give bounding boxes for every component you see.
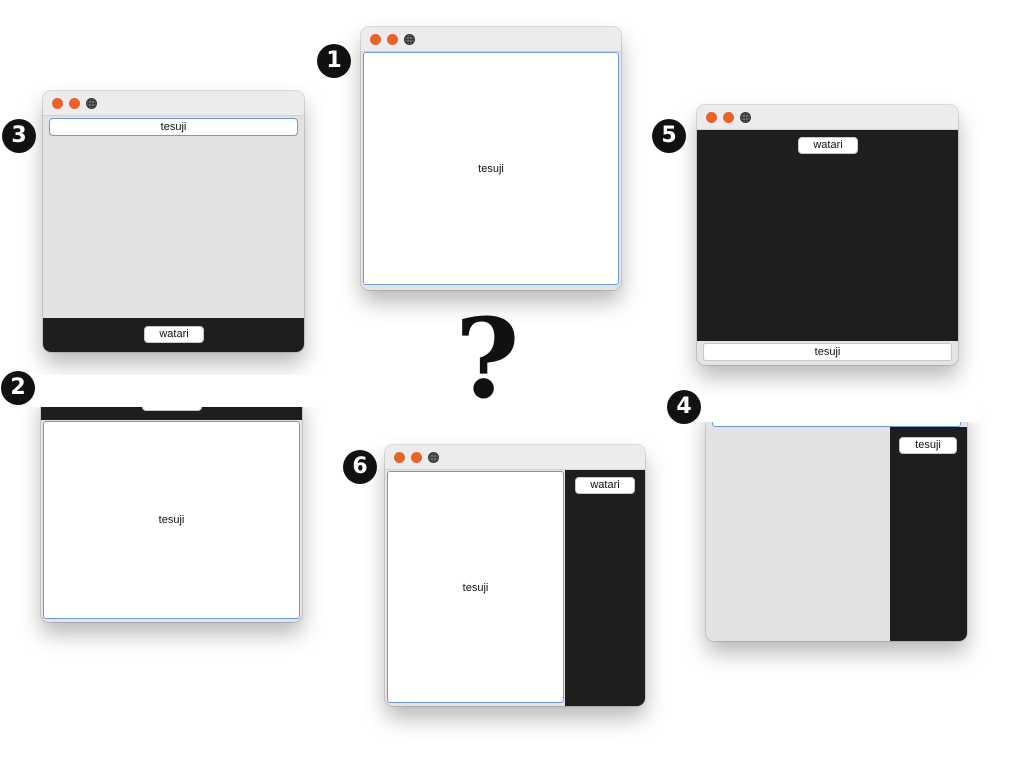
content-area: watari: [697, 130, 958, 341]
window-2: tesuji: [41, 392, 302, 622]
text-panel: tesuji: [363, 52, 619, 285]
close-icon[interactable]: [370, 34, 381, 45]
badge-6: 6: [343, 450, 377, 484]
content-area: [706, 427, 890, 641]
tesuji-label: tesuji: [462, 582, 489, 594]
zoom-icon[interactable]: [404, 34, 415, 45]
clip-mask: [700, 395, 980, 422]
tesuji-field[interactable]: tesuji: [703, 343, 952, 361]
minimize-icon[interactable]: [387, 34, 398, 45]
watari-button[interactable]: watari: [798, 137, 858, 154]
titlebar: [385, 445, 645, 470]
zoom-icon[interactable]: [428, 452, 439, 463]
watari-button[interactable]: watari: [575, 477, 635, 494]
badge-3: 3: [2, 119, 36, 153]
minimize-icon[interactable]: [69, 98, 80, 109]
badge-5: 5: [652, 119, 686, 153]
titlebar: [43, 91, 304, 116]
tesuji-label: tesuji: [478, 163, 504, 175]
question-mark: ?: [455, 294, 520, 423]
side-panel: tesuji: [890, 427, 967, 641]
close-icon[interactable]: [706, 112, 717, 123]
window-4: tesuji: [706, 405, 967, 641]
side-panel: watari: [565, 470, 645, 706]
text-panel: tesuji: [387, 471, 564, 703]
titlebar: [697, 105, 958, 130]
watari-button[interactable]: watari: [144, 326, 204, 343]
tesuji-field[interactable]: tesuji: [49, 118, 298, 136]
minimize-icon[interactable]: [411, 452, 422, 463]
tesuji-label: tesuji: [158, 514, 185, 526]
badge-1: 1: [317, 44, 351, 78]
clip-mask: [30, 375, 320, 407]
badge-4: 4: [667, 390, 701, 424]
zoom-icon[interactable]: [86, 98, 97, 109]
close-icon[interactable]: [52, 98, 63, 109]
badge-2: 2: [1, 371, 35, 405]
window-1: tesuji: [361, 27, 621, 290]
window-5: watari tesuji: [697, 105, 958, 365]
minimize-icon[interactable]: [723, 112, 734, 123]
close-icon[interactable]: [394, 452, 405, 463]
window-6: tesuji watari: [385, 445, 645, 706]
tesuji-button[interactable]: tesuji: [899, 437, 957, 454]
window-3: tesuji watari: [43, 91, 304, 352]
text-panel: tesuji: [43, 421, 300, 619]
zoom-icon[interactable]: [740, 112, 751, 123]
titlebar: [361, 27, 621, 52]
content-area: [43, 116, 304, 318]
bottom-panel: watari: [43, 318, 304, 352]
